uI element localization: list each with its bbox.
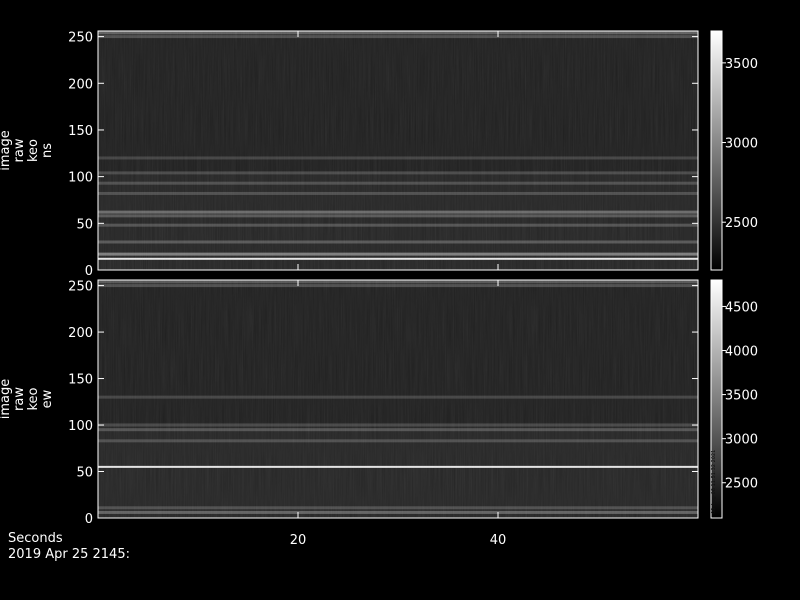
colorbar [711, 31, 722, 270]
y-tick-label: 150 [68, 373, 93, 388]
y-label-line: raw [12, 387, 27, 411]
y-tick-label: 50 [76, 217, 93, 232]
timestamp-label: 2019 Apr 25 2145: [8, 547, 130, 562]
image-noise [98, 31, 698, 270]
x-axis-label: Seconds [8, 531, 63, 546]
panel-1: 050100150200250image raw keo ns250030003500 [0, 30, 758, 279]
y-tick-label: 100 [68, 419, 93, 434]
y-tick-label: 200 [68, 77, 93, 92]
panel-2: 05010015020025020 40image raw keo ew25003000… [0, 279, 758, 548]
y-label-line: keo [26, 387, 41, 410]
colorbar-tick-label: 3500 [725, 57, 758, 72]
colorbar-tick-label: 3000 [725, 137, 758, 152]
y-tick-label: 0 [85, 264, 93, 279]
y-label-line: raw [12, 138, 27, 162]
colorbar-tick-label: 2500 [725, 477, 758, 492]
image-noise [98, 280, 698, 518]
colorbar-tick-label: 4500 [725, 300, 758, 315]
colorbar-tick-label: 4000 [725, 345, 758, 360]
colorbar-annotation: 08-Aug-08 11:51:32 2021 [711, 450, 717, 514]
y-tick-label: 250 [68, 280, 93, 295]
colorbar-tick-label: 2500 [725, 216, 758, 231]
x-tick-label: 40 [490, 533, 507, 548]
y-label-line: keo [26, 139, 41, 162]
y-tick-label: 200 [68, 326, 93, 341]
y-tick-label: 250 [68, 31, 93, 46]
colorbar-tick-label: 3500 [725, 389, 758, 404]
y-label-line: ew [40, 389, 55, 408]
colorbar-tick-label: 3000 [725, 433, 758, 448]
y-tick-label: 150 [68, 124, 93, 139]
x-tick-label: 20 [290, 533, 307, 548]
y-tick-label: 50 [76, 466, 93, 481]
y-label-line: ns [40, 143, 55, 158]
keogram-figure: 050100150200250image raw keo ns250030003500… [0, 30, 758, 548]
y-tick-label: 0 [85, 512, 93, 527]
y-tick-label: 100 [68, 171, 93, 186]
